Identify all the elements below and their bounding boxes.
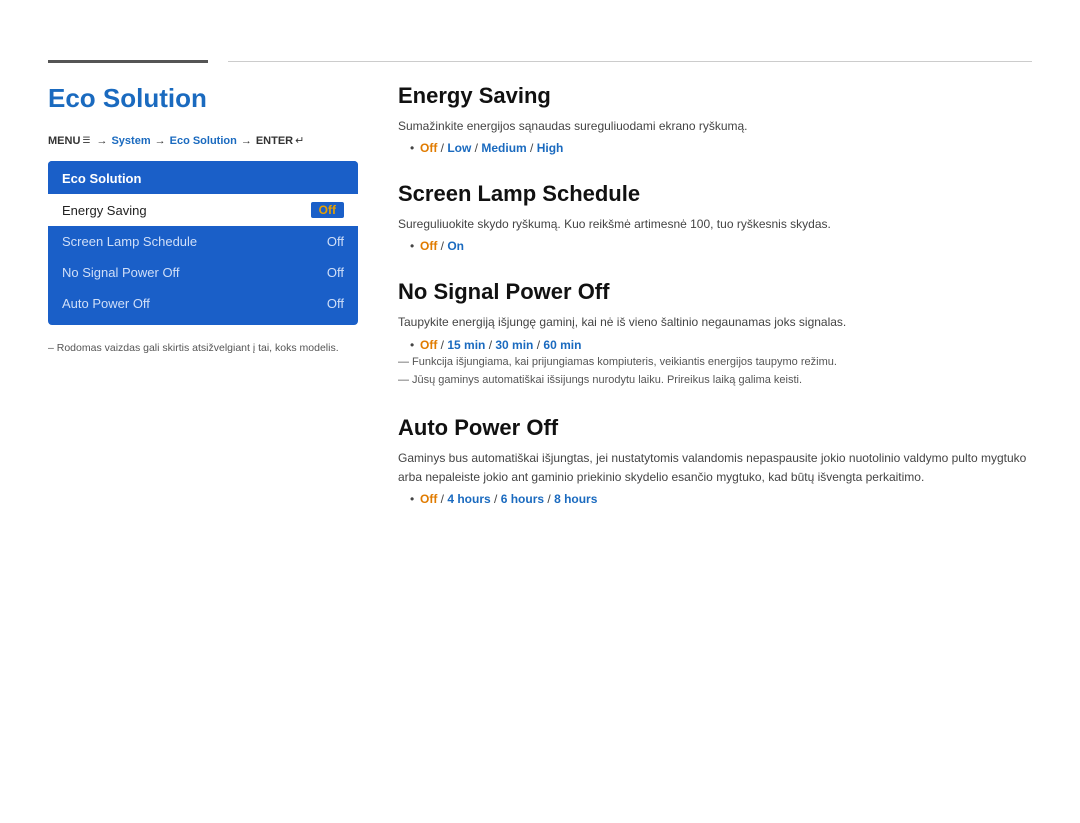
section-no-signal: No Signal Power Off Taupykite energiją i… xyxy=(398,279,1032,388)
option-6hours: 6 hours xyxy=(501,492,544,506)
menu-eco-solution: Eco Solution xyxy=(170,135,237,147)
menu-enter: ENTER xyxy=(256,135,293,147)
section-desc-no-signal: Taupykite energiją išjungę gaminį, kai n… xyxy=(398,313,1032,332)
nav-item-screen-lamp[interactable]: Screen Lamp Schedule Off xyxy=(48,226,358,257)
section-title-auto-power: Auto Power Off xyxy=(398,415,1032,441)
option-off-energy: Off xyxy=(420,141,437,155)
option-off-nosignal: Off xyxy=(420,338,437,352)
option-medium: Medium xyxy=(481,141,526,155)
footnote: – Rodomas vaizdas gali skirtis atsižvelg… xyxy=(48,341,358,357)
option-low: Low xyxy=(447,141,471,155)
top-line-left xyxy=(48,60,208,63)
left-panel: Eco Solution MENU ☰ → System → Eco Solut… xyxy=(48,83,358,532)
section-title-screen-lamp: Screen Lamp Schedule xyxy=(398,181,1032,207)
nav-value-auto-power: Off xyxy=(327,296,344,311)
nav-item-auto-power[interactable]: Auto Power Off Off xyxy=(48,288,358,319)
menu-arrow-1: → xyxy=(96,135,107,147)
section-desc-energy-saving: Sumažinkite energijos sąnaudas sureguliu… xyxy=(398,117,1032,136)
option-off-screen: Off xyxy=(420,239,437,253)
main-layout: Eco Solution MENU ☰ → System → Eco Solut… xyxy=(0,83,1080,532)
enter-icon: ↵ xyxy=(295,134,304,147)
nav-box: Eco Solution Energy Saving Off Screen La… xyxy=(48,161,358,325)
section-title-no-signal: No Signal Power Off xyxy=(398,279,1032,305)
nav-item-energy-saving[interactable]: Energy Saving Off xyxy=(48,194,358,226)
top-lines xyxy=(0,60,1080,63)
section-desc-auto-power: Gaminys bus automatiškai išjungtas, jei … xyxy=(398,449,1032,487)
section-screen-lamp: Screen Lamp Schedule Sureguliuokite skyd… xyxy=(398,181,1032,253)
options-no-signal: Off / 15 min / 30 min / 60 min xyxy=(410,338,1032,352)
menu-path: MENU ☰ → System → Eco Solution → ENTER ↵ xyxy=(48,134,358,147)
nav-item-no-signal[interactable]: No Signal Power Off Off xyxy=(48,257,358,288)
section-title-energy-saving: Energy Saving xyxy=(398,83,1032,109)
option-8hours: 8 hours xyxy=(554,492,597,506)
option-on: On xyxy=(447,239,464,253)
top-line-right xyxy=(228,61,1032,62)
section-energy-saving: Energy Saving Sumažinkite energijos sąna… xyxy=(398,83,1032,155)
section-auto-power: Auto Power Off Gaminys bus automatiškai … xyxy=(398,415,1032,506)
page-title: Eco Solution xyxy=(48,83,358,114)
option-15min: 15 min xyxy=(447,338,485,352)
dash-note-1: Funkcija išjungiama, kai prijungiamas ko… xyxy=(398,354,1032,371)
right-panel: Energy Saving Sumažinkite energijos sąna… xyxy=(398,83,1032,532)
option-4hours: 4 hours xyxy=(447,492,490,506)
menu-arrow-2: → xyxy=(155,135,166,147)
nav-value-no-signal: Off xyxy=(327,265,344,280)
option-30min: 30 min xyxy=(495,338,533,352)
options-energy-saving: Off / Low / Medium / High xyxy=(410,141,1032,155)
nav-value-screen-lamp: Off xyxy=(327,234,344,249)
bullet-list-screen-lamp: Off / On xyxy=(398,239,1032,253)
bullet-list-auto-power: Off / 4 hours / 6 hours / 8 hours xyxy=(398,492,1032,506)
section-desc-screen-lamp: Sureguliuokite skydo ryškumą. Kuo reikšm… xyxy=(398,215,1032,234)
bullet-list-energy-saving: Off / Low / Medium / High xyxy=(398,141,1032,155)
menu-arrow-3: → xyxy=(241,135,252,147)
nav-value-energy-saving: Off xyxy=(311,202,344,218)
nav-label-screen-lamp: Screen Lamp Schedule xyxy=(62,234,197,249)
option-high: High xyxy=(537,141,564,155)
nav-label-no-signal: No Signal Power Off xyxy=(62,265,180,280)
nav-label-energy-saving: Energy Saving xyxy=(62,203,147,218)
nav-label-auto-power: Auto Power Off xyxy=(62,296,150,311)
dash-note-2: Jūsų gaminys automatiškai išsijungs nuro… xyxy=(398,372,1032,389)
menu-word: MENU xyxy=(48,135,80,147)
options-auto-power: Off / 4 hours / 6 hours / 8 hours xyxy=(410,492,1032,506)
option-off-auto: Off xyxy=(420,492,437,506)
nav-box-title: Eco Solution xyxy=(48,161,358,194)
options-screen-lamp: Off / On xyxy=(410,239,1032,253)
bullet-list-no-signal: Off / 15 min / 30 min / 60 min xyxy=(398,338,1032,352)
option-60min: 60 min xyxy=(543,338,581,352)
menu-system: System xyxy=(111,135,150,147)
menu-icon: ☰ xyxy=(82,135,90,146)
